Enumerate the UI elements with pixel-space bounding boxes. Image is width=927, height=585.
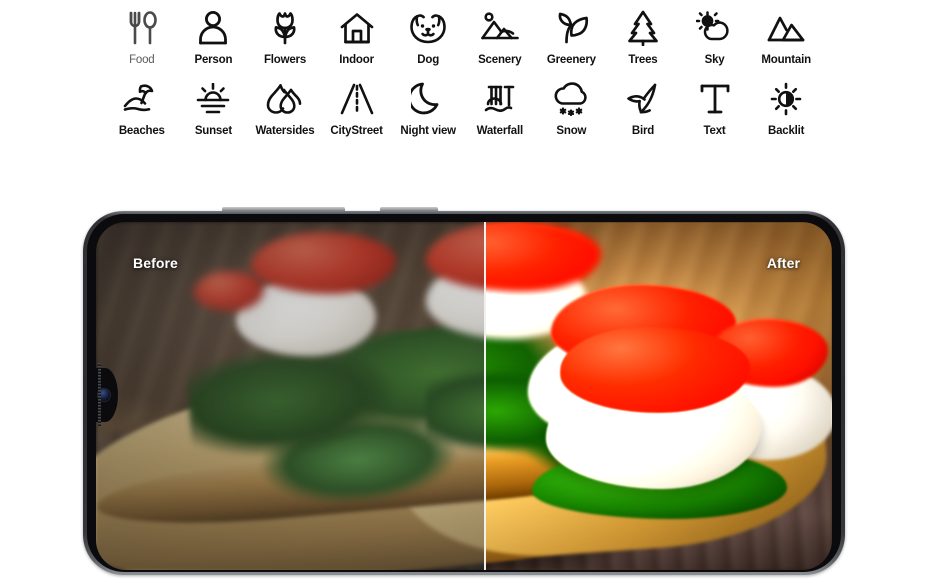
after-image-half	[484, 222, 832, 570]
sun-cloud-icon	[692, 4, 738, 52]
beach-parasol-icon	[119, 75, 165, 123]
house-indoor-icon	[334, 4, 380, 52]
scene-label: Dog	[417, 54, 440, 66]
scene-item-person[interactable]: Person	[178, 4, 250, 67]
landscape-photo-icon	[477, 4, 523, 52]
scene-item-trees[interactable]: Trees	[607, 4, 679, 67]
scene-label: Beaches	[118, 125, 165, 137]
scene-item-mountain[interactable]: Mountain	[750, 4, 822, 67]
waves-waterside-icon	[262, 75, 308, 123]
phone-bezel: Before After	[87, 214, 841, 572]
scene-label: Snow	[556, 125, 587, 137]
scene-label: Sky	[704, 54, 725, 66]
scene-item-indoor[interactable]: Indoor	[321, 4, 393, 67]
fork-and-spoon-icon	[119, 4, 165, 52]
scene-label: Watersides	[255, 125, 315, 137]
scene-item-greenery[interactable]: Greenery	[536, 4, 608, 67]
scene-item-text[interactable]: Text	[679, 75, 751, 138]
phone-frame: Before After	[83, 211, 845, 575]
scene-label: CityStreet	[330, 125, 383, 137]
phone-screen: Before After	[96, 222, 832, 570]
scene-item-citystreet[interactable]: CityStreet	[321, 75, 393, 138]
scene-label: Sunset	[194, 125, 232, 137]
after-label: After	[766, 255, 800, 271]
scene-label: Indoor	[339, 54, 374, 66]
text-letter-t-icon	[692, 75, 738, 123]
scene-item-watersides[interactable]: Watersides	[249, 75, 321, 138]
bird-icon	[620, 75, 666, 123]
scene-label: Night view	[400, 125, 456, 137]
sunset-icon	[190, 75, 236, 123]
mountain-peaks-icon	[763, 4, 809, 52]
scene-item-scenery[interactable]: Scenery	[464, 4, 536, 67]
before-after-divider[interactable]	[484, 222, 486, 570]
scene-row-2: Beaches Sunset Watersides CityStreet Nig…	[106, 75, 822, 138]
scene-item-sunset[interactable]: Sunset	[178, 75, 250, 138]
scene-optimizer-icon-grid: Food Person Flowers Indoor Dog Scenery G…	[106, 0, 822, 138]
scene-item-snow[interactable]: Snow	[536, 75, 608, 138]
scene-label: Waterfall	[476, 125, 524, 137]
phone-device: Before After	[83, 207, 845, 575]
before-label: Before	[133, 255, 178, 271]
scene-item-night-view[interactable]: Night view	[392, 75, 464, 138]
waterfall-icon	[477, 75, 523, 123]
scene-label: Greenery	[546, 54, 596, 66]
scene-label: Bird	[631, 125, 655, 137]
scene-item-bird[interactable]: Bird	[607, 75, 679, 138]
before-after-comparison: Before After	[96, 222, 832, 570]
backlit-sun-icon	[763, 75, 809, 123]
food-photo-unoptimized	[96, 222, 484, 570]
scene-row-1: Food Person Flowers Indoor Dog Scenery G…	[106, 4, 822, 67]
scene-item-sky[interactable]: Sky	[679, 4, 751, 67]
pine-tree-icon	[620, 4, 666, 52]
dog-face-icon	[405, 4, 451, 52]
scene-item-backlit[interactable]: Backlit	[750, 75, 822, 138]
scene-label: Mountain	[761, 54, 811, 66]
scene-item-beaches[interactable]: Beaches	[106, 75, 178, 138]
scene-label: Trees	[628, 54, 658, 66]
scene-item-waterfall[interactable]: Waterfall	[464, 75, 536, 138]
road-street-icon	[334, 75, 380, 123]
scene-optimizer-promo-screen: Food Person Flowers Indoor Dog Scenery G…	[0, 0, 927, 585]
scene-item-dog[interactable]: Dog	[392, 4, 464, 67]
scene-label: Backlit	[767, 125, 805, 137]
scene-label: Text	[703, 125, 726, 137]
scene-label: Person	[194, 54, 233, 66]
snow-cloud-icon	[548, 75, 594, 123]
scene-label: Scenery	[478, 54, 522, 66]
person-icon	[190, 4, 236, 52]
scene-item-food[interactable]: Food	[106, 4, 178, 67]
food-photo-optimized	[484, 222, 832, 570]
leaves-icon	[548, 4, 594, 52]
tulip-flower-icon	[262, 4, 308, 52]
scene-label: Flowers	[263, 54, 307, 66]
earpiece-speaker-grille	[98, 363, 101, 427]
crescent-moon-icon	[405, 75, 451, 123]
before-image-half	[96, 222, 484, 570]
scene-item-flowers[interactable]: Flowers	[249, 4, 321, 67]
scene-label: Food	[129, 54, 155, 66]
